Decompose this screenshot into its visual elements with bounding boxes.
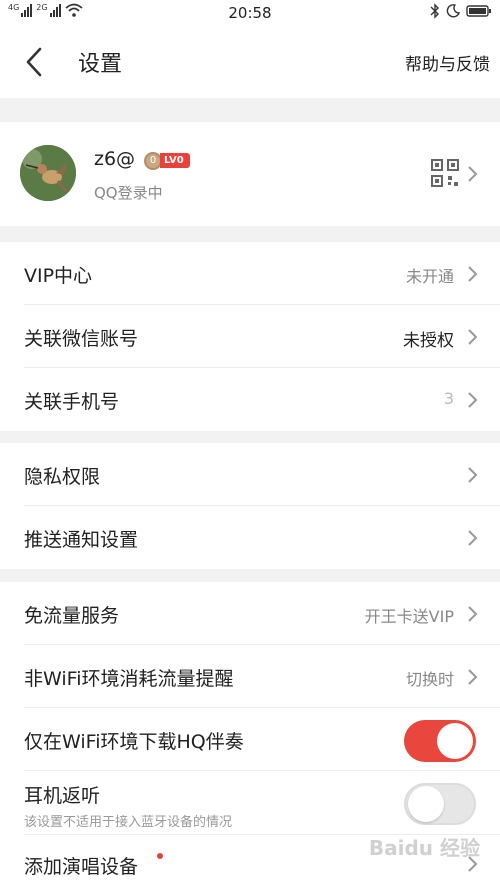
row-label: 添加演唱设备 [24,856,139,878]
chevron-right-icon [468,166,478,182]
phone-link-row[interactable]: 关联手机号 3 [0,368,500,431]
battery-icon [466,5,491,17]
row-label: 耳机返听 [24,785,101,807]
account-group: VIP中心 未开通 关联微信账号 未授权 关联手机号 3 [0,242,500,431]
chevron-right-icon [468,606,478,622]
row-label: 免流量服务 [24,605,120,627]
login-status: QQ登录中 [94,184,163,202]
row-label: VIP中心 [24,265,93,287]
push-notification-row[interactable]: 推送通知设置 [0,506,500,569]
avatar[interactable] [20,145,76,201]
help-feedback-button[interactable]: 帮助与反馈 [405,50,490,75]
page-title: 设置 [78,52,123,77]
status-time: 20:58 [228,4,272,22]
row-value: 切换时 [405,670,454,689]
bluetooth-icon [430,3,439,19]
chevron-right-icon [468,392,478,408]
username: z6@ [94,148,136,170]
moon-icon [446,4,460,18]
privacy-permissions-row[interactable]: 隐私权限 [0,443,500,506]
row-label: 隐私权限 [24,466,101,488]
qr-code-icon[interactable] [431,159,459,187]
row-label: 推送通知设置 [24,529,139,551]
vip-center-row[interactable]: VIP中心 未开通 [0,242,500,305]
status-right [430,3,492,19]
row-value: 3 [443,389,454,408]
chevron-right-icon [468,669,478,685]
row-label: 仅在WiFi环境下载HQ伴奏 [24,731,244,753]
wifi-hq-download-row: 仅在WiFi环境下载HQ伴奏 [0,708,500,771]
earphone-monitor-row: 耳机返听 该设置不适用于接入蓝牙设备的情况 [0,771,500,835]
privacy-group: 隐私权限 推送通知设置 [0,443,500,569]
level-badge: LV0 [160,153,190,168]
free-traffic-row[interactable]: 免流量服务 开王卡送VIP [0,582,500,645]
wifi-hq-toggle[interactable] [404,720,476,762]
navigation-bar: 设置 帮助与反馈 [0,26,500,98]
wechat-link-row[interactable]: 关联微信账号 未授权 [0,305,500,368]
row-value: 未授权 [403,331,454,351]
chevron-left-icon[interactable] [22,46,50,78]
new-badge-dot [157,853,163,859]
watermark: Baidu 经验 [368,836,480,860]
row-label: 关联微信账号 [24,328,139,350]
chevron-right-icon [468,467,478,483]
row-subtitle: 该设置不适用于接入蓝牙设备的情况 [24,815,233,830]
row-label: 非WiFi环境消耗流量提醒 [24,668,234,690]
chevron-right-icon [468,329,478,345]
chevron-right-icon [468,266,478,282]
chevron-right-icon [468,530,478,546]
nonwifi-reminder-row[interactable]: 非WiFi环境消耗流量提醒 切换时 [0,645,500,708]
row-label: 关联手机号 [24,391,120,413]
row-value: 开王卡送VIP [364,607,454,626]
earphone-monitor-toggle[interactable] [404,783,476,825]
row-value: 未开通 [405,267,454,286]
profile-card[interactable]: z6@ 0 LV0 QQ登录中 [0,122,500,226]
status-bar: 4G 2G 20:58 [0,0,500,26]
